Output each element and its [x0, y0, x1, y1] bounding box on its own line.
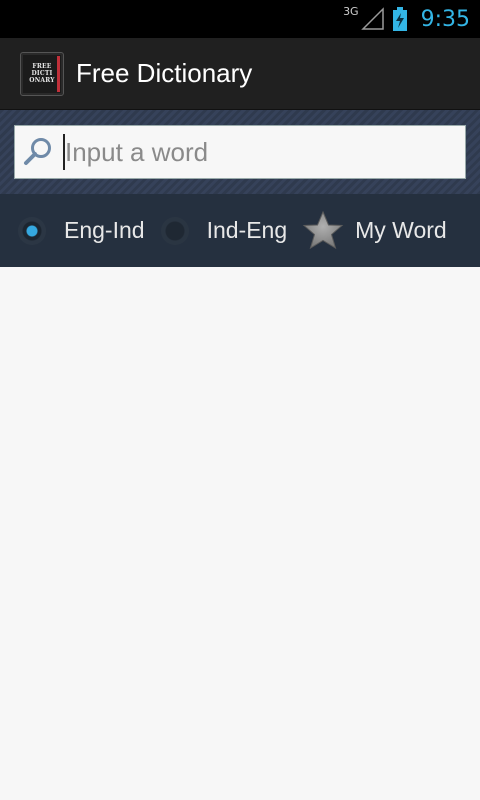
ind-eng-label[interactable]: Ind-Eng — [207, 217, 288, 244]
eng-ind-radio[interactable] — [18, 216, 46, 245]
network-type-label: 3G — [343, 4, 359, 18]
search-box[interactable] — [14, 125, 466, 179]
options-bar: Eng-Ind Ind-Eng My Word — [0, 194, 480, 267]
ind-eng-radio[interactable] — [160, 216, 189, 245]
app-logo-icon[interactable]: FREE DICTI ONARY — [20, 51, 64, 96]
star-icon[interactable] — [301, 209, 345, 253]
search-icon — [24, 138, 51, 165]
search-input[interactable] — [65, 136, 445, 168]
app-title: Free Dictionary — [76, 58, 253, 88]
app-logo-text: FREE DICTI ONARY — [29, 63, 55, 84]
search-area — [0, 110, 480, 194]
action-bar: FREE DICTI ONARY Free Dictionary — [0, 38, 480, 110]
results-list — [0, 267, 480, 800]
signal-icon — [360, 7, 384, 30]
app-logo-spine — [57, 55, 60, 92]
my-word-label[interactable]: My Word — [355, 217, 447, 244]
battery-charging-icon — [392, 7, 407, 31]
status-clock: 9:35 — [420, 6, 470, 32]
eng-ind-label[interactable]: Eng-Ind — [64, 217, 145, 244]
status-bar: 3G 9:35 — [0, 0, 480, 38]
